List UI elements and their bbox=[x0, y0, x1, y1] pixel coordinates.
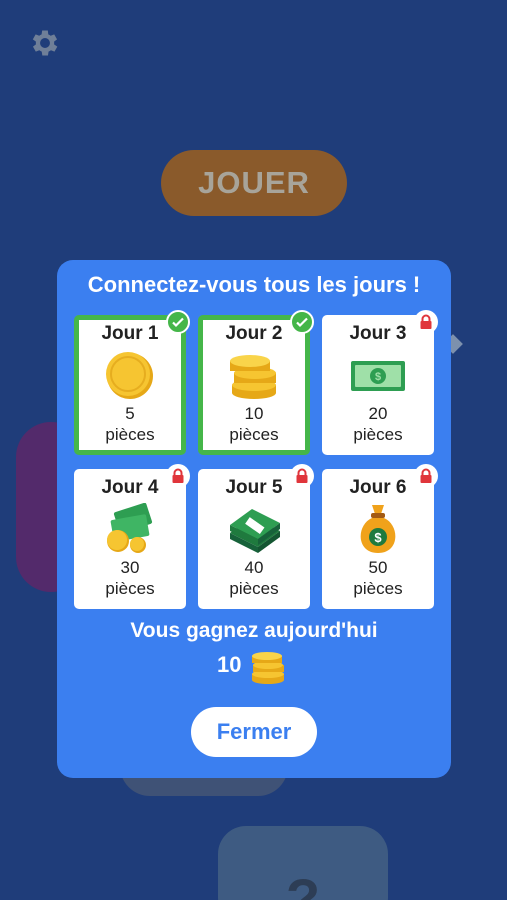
day-unit: pièces bbox=[353, 579, 403, 598]
cash-stack-icon bbox=[230, 509, 280, 553]
dialog-title: Connectez-vous tous les jours ! bbox=[87, 272, 421, 297]
background-card: ? bbox=[218, 826, 388, 900]
background-card-glyph: ? bbox=[285, 867, 321, 900]
close-button[interactable]: Fermer bbox=[191, 707, 317, 757]
day-unit: pièces bbox=[229, 579, 279, 598]
lock-icon bbox=[414, 464, 438, 488]
day-unit: pièces bbox=[105, 579, 155, 598]
today-reward-amount: 10 bbox=[217, 652, 242, 677]
day-card-6[interactable]: Jour 6 $ 50 pièces bbox=[322, 469, 434, 609]
day-amount: 30 bbox=[120, 558, 140, 577]
svg-text:$: $ bbox=[374, 530, 382, 545]
coin-stack-icon bbox=[252, 652, 284, 684]
day-card-2[interactable]: Jour 2 10 pièces bbox=[198, 315, 310, 455]
lock-icon bbox=[414, 310, 438, 334]
coin-icon bbox=[106, 352, 153, 399]
day-unit: pièces bbox=[353, 425, 403, 444]
check-icon bbox=[290, 310, 314, 334]
day-unit: pièces bbox=[229, 425, 279, 444]
banknote-icon: $ bbox=[351, 361, 405, 391]
day-card-5[interactable]: Jour 5 40 pièces bbox=[198, 469, 310, 609]
lock-icon bbox=[290, 464, 314, 488]
gear-icon[interactable] bbox=[28, 26, 62, 60]
day-amount: 5 bbox=[125, 404, 135, 423]
day-label: Jour 1 bbox=[101, 323, 159, 344]
day-label: Jour 2 bbox=[225, 323, 283, 344]
day-amount: 50 bbox=[368, 558, 388, 577]
play-button[interactable]: JOUER bbox=[161, 150, 347, 216]
cash-and-coins-icon bbox=[107, 503, 153, 553]
check-icon bbox=[166, 310, 190, 334]
day-amount: 20 bbox=[368, 404, 388, 423]
money-bag-icon: $ bbox=[360, 505, 396, 553]
day-unit: pièces bbox=[105, 425, 155, 444]
day-amount: 40 bbox=[244, 558, 264, 577]
lock-icon bbox=[166, 464, 190, 488]
day-amount: 10 bbox=[244, 404, 264, 423]
coin-stack-icon bbox=[230, 355, 276, 399]
svg-text:$: $ bbox=[375, 371, 381, 383]
daily-reward-dialog: Connectez-vous tous les jours ! Jour 1 5… bbox=[57, 260, 451, 778]
day-card-1[interactable]: Jour 1 5 pièces bbox=[74, 315, 186, 455]
day-card-3[interactable]: Jour 3 $ 20 pièces bbox=[322, 315, 434, 455]
today-reward-text: Vous gagnez aujourd'hui bbox=[130, 619, 378, 642]
day-card-4[interactable]: Jour 4 30 pièces bbox=[74, 469, 186, 609]
